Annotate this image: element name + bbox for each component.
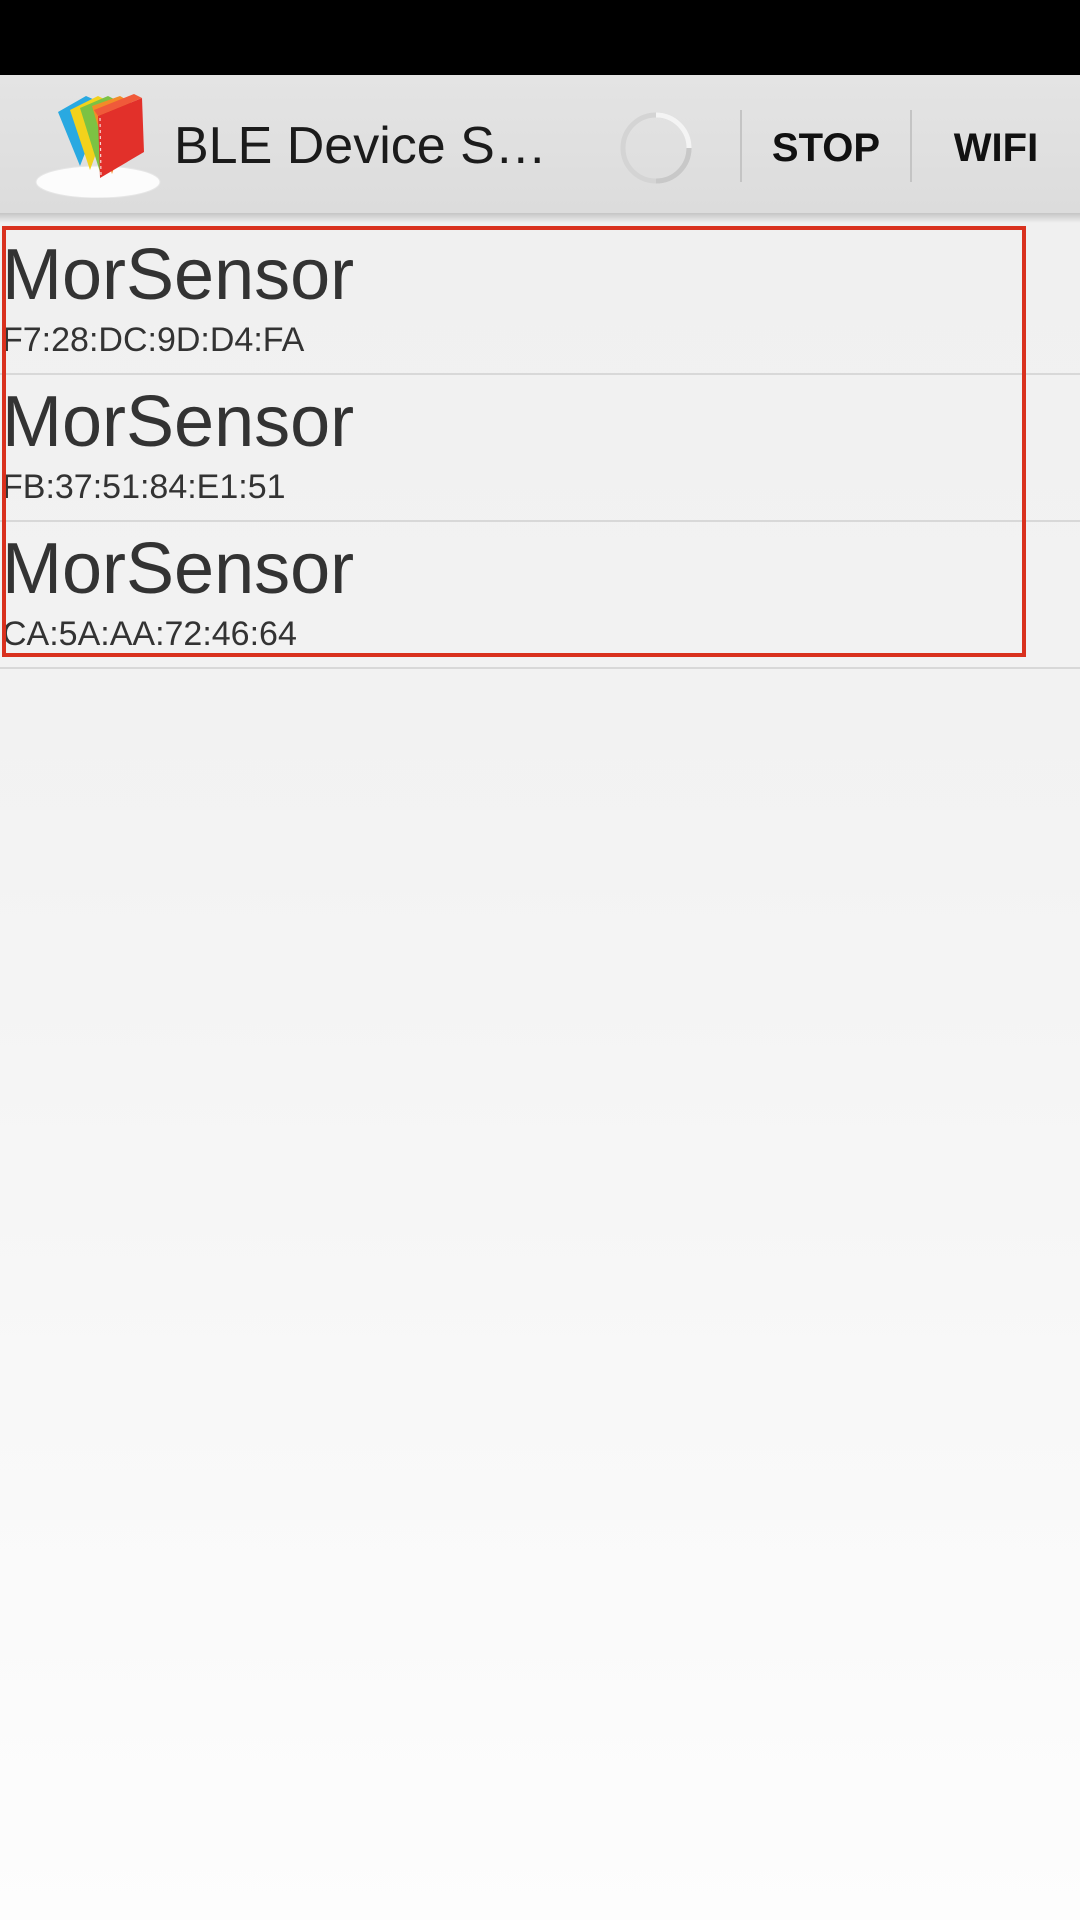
device-address: CA:5A:AA:72:46:64 [2, 615, 297, 653]
device-name: MorSensor [2, 235, 355, 315]
device-address: FB:37:51:84:E1:51 [2, 468, 286, 506]
action-divider [740, 110, 742, 182]
status-bar [0, 0, 1080, 75]
wifi-button[interactable]: WIFI [936, 118, 1056, 178]
app-logo-icon[interactable] [34, 92, 162, 198]
action-bar-shadow [0, 213, 1080, 223]
device-name: MorSensor [2, 529, 355, 609]
action-divider [910, 110, 912, 182]
loading-spinner-icon [620, 112, 692, 184]
device-list-item[interactable]: MorSensor CA:5A:AA:72:46:64 [0, 522, 1080, 669]
app-title: BLE Device S… [174, 117, 547, 175]
device-list-item[interactable]: MorSensor FB:37:51:84:E1:51 [0, 375, 1080, 522]
stop-button[interactable]: STOP [756, 118, 896, 178]
device-address: F7:28:DC:9D:D4:FA [2, 321, 305, 359]
device-name: MorSensor [2, 382, 355, 462]
device-list: MorSensor F7:28:DC:9D:D4:FA MorSensor FB… [0, 228, 1080, 669]
device-list-item[interactable]: MorSensor F7:28:DC:9D:D4:FA [0, 228, 1080, 375]
